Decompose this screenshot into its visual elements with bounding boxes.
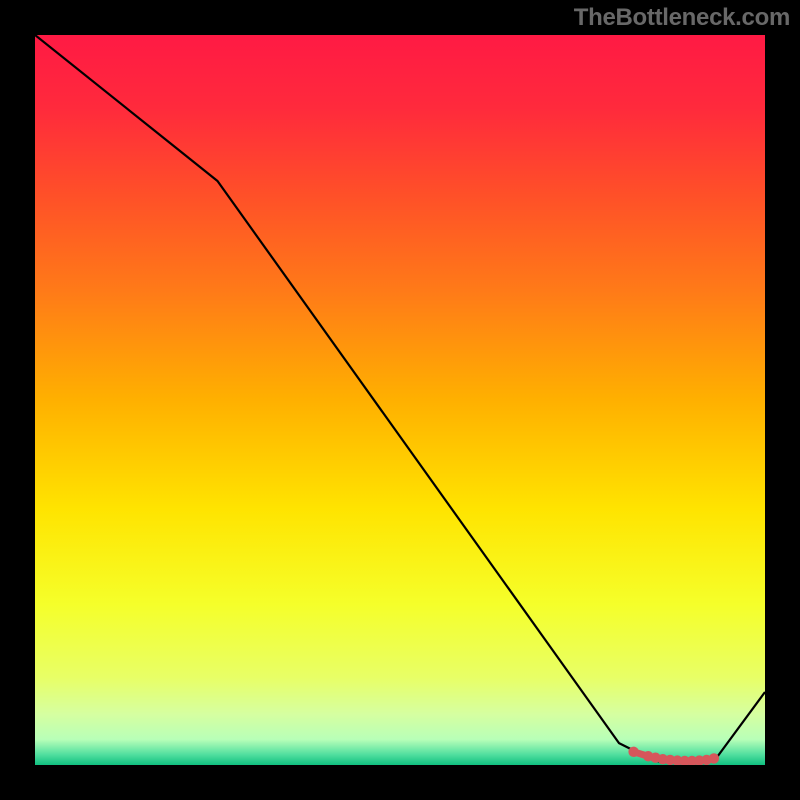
attribution-watermark: TheBottleneck.com: [574, 4, 790, 32]
chart-frame: TheBottleneck.com: [0, 0, 800, 800]
bottleneck-chart: [35, 35, 765, 765]
chart-background: [35, 35, 765, 765]
marker-dot: [628, 747, 638, 757]
marker-dot: [709, 753, 719, 763]
